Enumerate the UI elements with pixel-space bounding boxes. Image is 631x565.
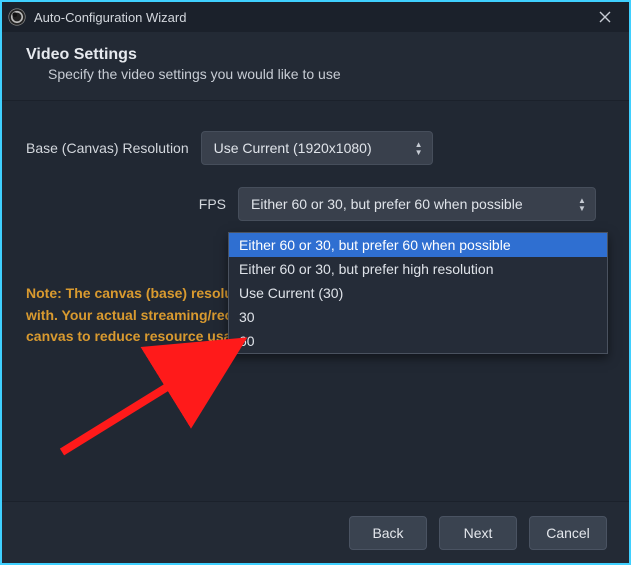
fps-option[interactable]: Use Current (30)	[229, 281, 607, 305]
fps-option[interactable]: 60	[229, 329, 607, 353]
fps-option[interactable]: Either 60 or 30, but prefer high resolut…	[229, 257, 607, 281]
wizard-header: Video Settings Specify the video setting…	[2, 32, 629, 101]
fps-option[interactable]: Either 60 or 30, but prefer 60 when poss…	[229, 233, 607, 257]
fps-option[interactable]: 30	[229, 305, 607, 329]
page-subtitle: Specify the video settings you would lik…	[26, 66, 605, 82]
spinner-icon: ▲▼	[411, 136, 427, 160]
resolution-row: Base (Canvas) Resolution Use Current (19…	[26, 131, 605, 165]
fps-value: Either 60 or 30, but prefer 60 when poss…	[251, 196, 523, 212]
cancel-button[interactable]: Cancel	[529, 516, 607, 550]
wizard-footer: Back Next Cancel	[2, 501, 629, 563]
obs-icon	[8, 8, 26, 26]
next-button[interactable]: Next	[439, 516, 517, 550]
fps-select[interactable]: Either 60 or 30, but prefer 60 when poss…	[238, 187, 596, 221]
back-button[interactable]: Back	[349, 516, 427, 550]
resolution-value: Use Current (1920x1080)	[214, 140, 372, 156]
spinner-icon: ▲▼	[574, 192, 590, 216]
fps-dropdown: Either 60 or 30, but prefer 60 when poss…	[228, 232, 608, 354]
fps-label: FPS	[26, 196, 226, 212]
fps-row: FPS Either 60 or 30, but prefer 60 when …	[26, 187, 605, 221]
page-title: Video Settings	[26, 46, 605, 64]
resolution-select[interactable]: Use Current (1920x1080) ▲▼	[201, 131, 433, 165]
titlebar: Auto-Configuration Wizard	[2, 2, 629, 32]
wizard-window: Auto-Configuration Wizard Video Settings…	[0, 0, 631, 565]
resolution-label: Base (Canvas) Resolution	[26, 140, 189, 156]
close-button[interactable]	[587, 3, 623, 31]
window-title: Auto-Configuration Wizard	[34, 10, 579, 25]
